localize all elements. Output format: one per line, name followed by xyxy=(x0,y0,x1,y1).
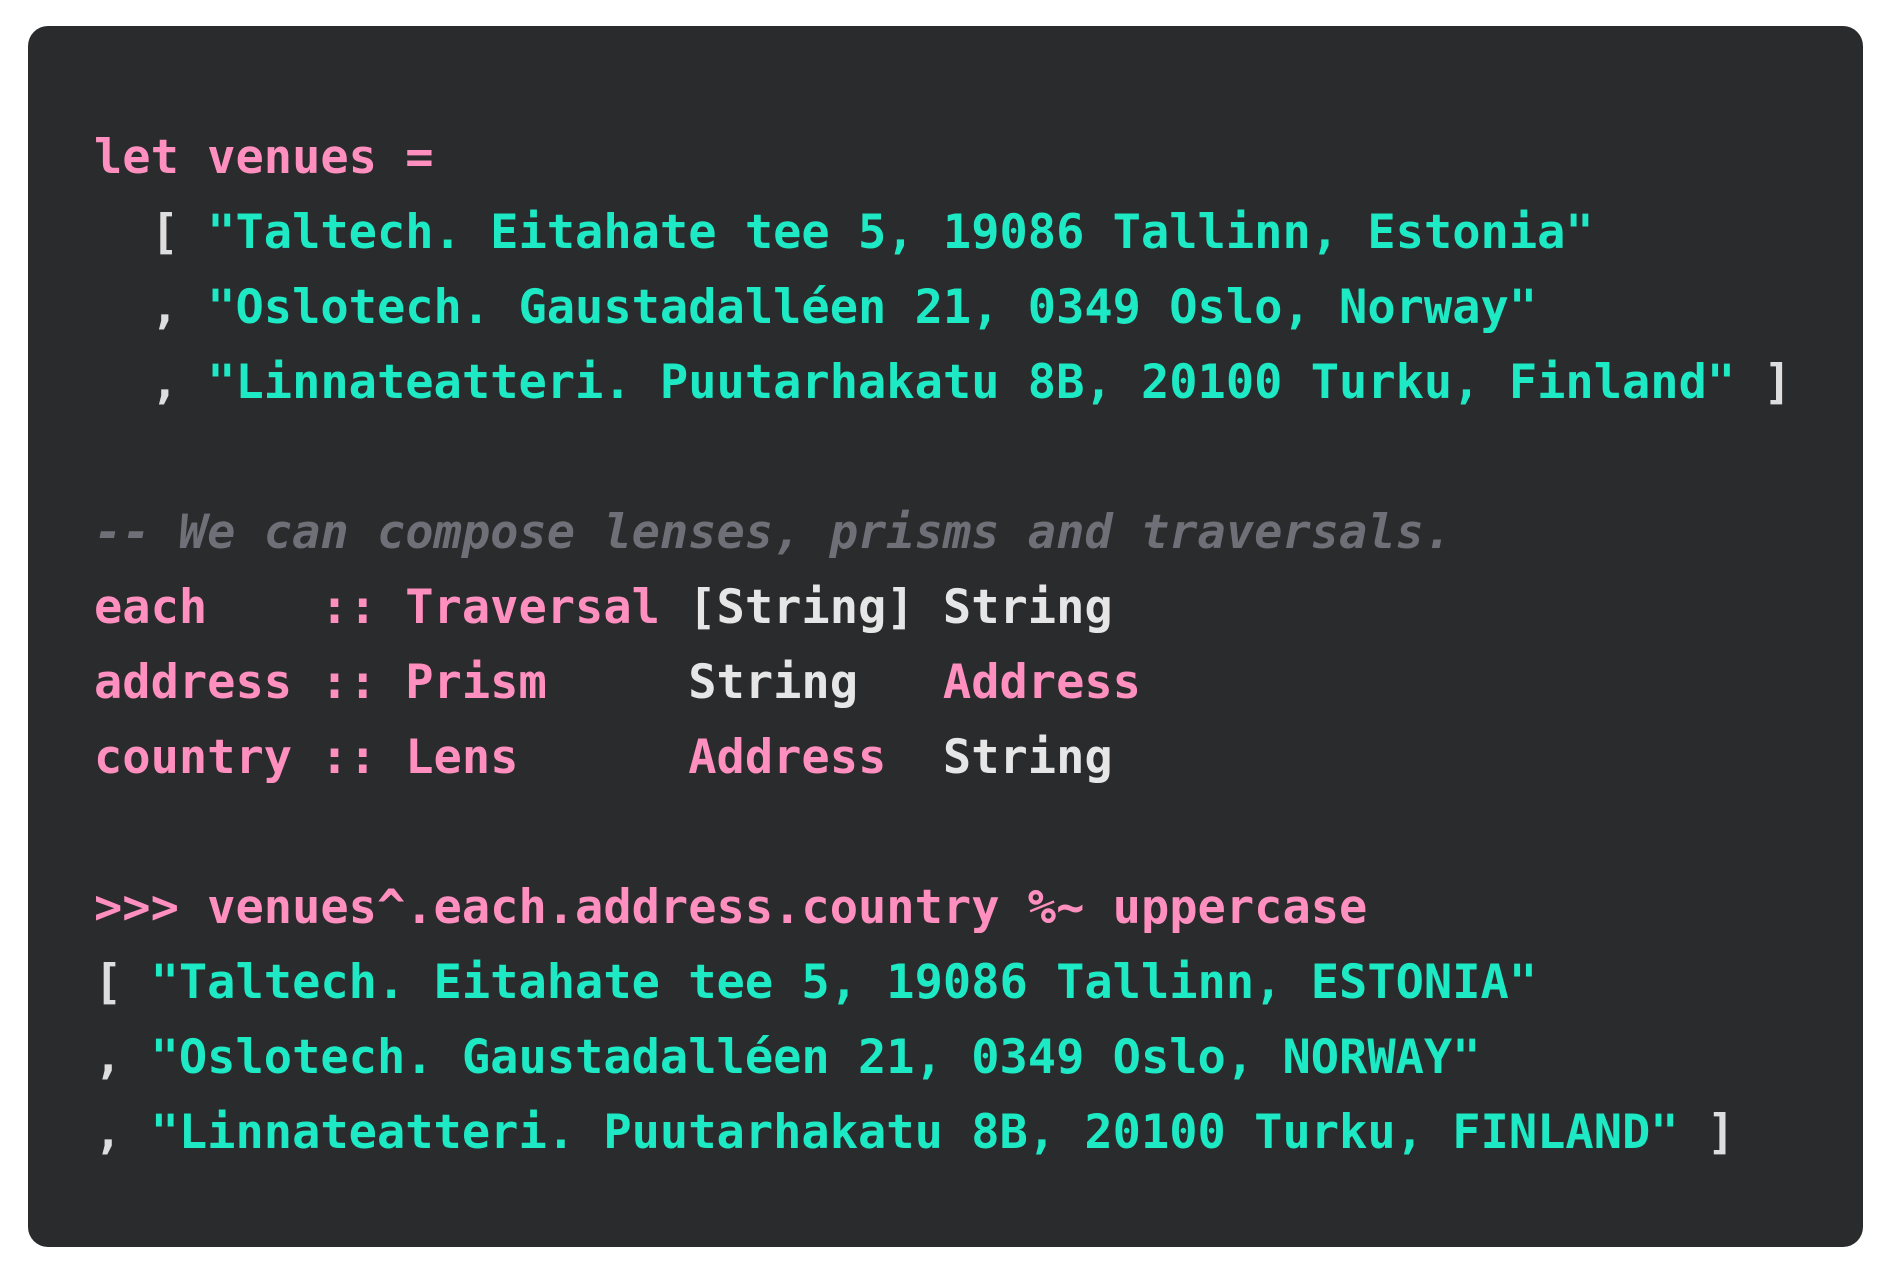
list-separator: , xyxy=(94,280,208,335)
repl-expression: venues^.each.address.country %~ uppercas… xyxy=(178,880,1368,935)
type-separator: :: xyxy=(320,730,406,785)
code-line: , "Linnateatteri. Puutarhakatu 8B, 20100… xyxy=(94,345,1792,420)
keyword-let: let xyxy=(94,130,179,185)
string-literal: "Linnateatteri. Puutarhakatu 8B, 20100 T… xyxy=(150,1105,1679,1160)
result-line: [ "Taltech. Eitahate tee 5, 19086 Tallin… xyxy=(94,945,1792,1020)
repl-line: >>> venues^.each.address.country %~ uppe… xyxy=(94,870,1792,945)
string-literal: "Oslotech. Gaustadalléen 21, 0349 Oslo, … xyxy=(150,1030,1481,1085)
string-literal: "Oslotech. Gaustadalléen 21, 0349 Oslo, … xyxy=(207,280,1538,335)
code-block: let venues = [ "Taltech. Eitahate tee 5,… xyxy=(94,120,1792,1170)
code-line: [ "Taltech. Eitahate tee 5, 19086 Tallin… xyxy=(94,195,1792,270)
list-separator: , xyxy=(94,1030,151,1085)
code-line: , "Oslotech. Gaustadalléen 21, 0349 Oslo… xyxy=(94,270,1792,345)
close-bracket: ] xyxy=(1678,1105,1736,1160)
open-bracket: [ xyxy=(94,205,208,260)
code-line: let venues = xyxy=(94,120,1792,195)
source-type: String xyxy=(688,655,915,710)
type-separator: :: xyxy=(320,580,406,635)
string-literal: "Taltech. Eitahate tee 5, 19086 Tallinn,… xyxy=(207,205,1594,260)
target-type: Address xyxy=(942,655,1141,710)
signature-line: each :: Traversal [String] String xyxy=(94,570,1792,645)
close-bracket: ] xyxy=(1735,355,1792,410)
optic-type: Lens xyxy=(405,730,660,785)
signature-name: address xyxy=(94,655,321,710)
open-bracket: [ xyxy=(94,955,151,1010)
string-literal: "Linnateatteri. Puutarhakatu 8B, 20100 T… xyxy=(207,355,1736,410)
source-type: Address xyxy=(688,730,915,785)
type-separator: :: xyxy=(320,655,406,710)
result-line: , "Oslotech. Gaustadalléen 21, 0349 Oslo… xyxy=(94,1020,1792,1095)
code-comment: -- We can compose lenses, prisms and tra… xyxy=(94,505,1453,560)
optic-type: Prism xyxy=(405,655,660,710)
target-type: String xyxy=(942,730,1113,785)
result-line: , "Linnateatteri. Puutarhakatu 8B, 20100… xyxy=(94,1095,1792,1170)
target-type: String xyxy=(942,580,1113,635)
code-line: -- We can compose lenses, prisms and tra… xyxy=(94,495,1792,570)
optic-type: Traversal xyxy=(405,580,660,635)
signature-name: each xyxy=(94,580,321,635)
list-separator: , xyxy=(94,1105,151,1160)
code-panel: let venues = [ "Taltech. Eitahate tee 5,… xyxy=(28,26,1863,1247)
signature-line: address :: Prism String Address xyxy=(94,645,1792,720)
string-literal: "Taltech. Eitahate tee 5, 19086 Tallinn,… xyxy=(150,955,1538,1010)
binding-name: venues = xyxy=(178,130,434,185)
list-separator: , xyxy=(94,355,208,410)
signature-name: country xyxy=(94,730,321,785)
source-type: [String] xyxy=(688,580,915,635)
repl-prompt: >>> xyxy=(94,880,179,935)
signature-line: country :: Lens Address String xyxy=(94,720,1792,795)
